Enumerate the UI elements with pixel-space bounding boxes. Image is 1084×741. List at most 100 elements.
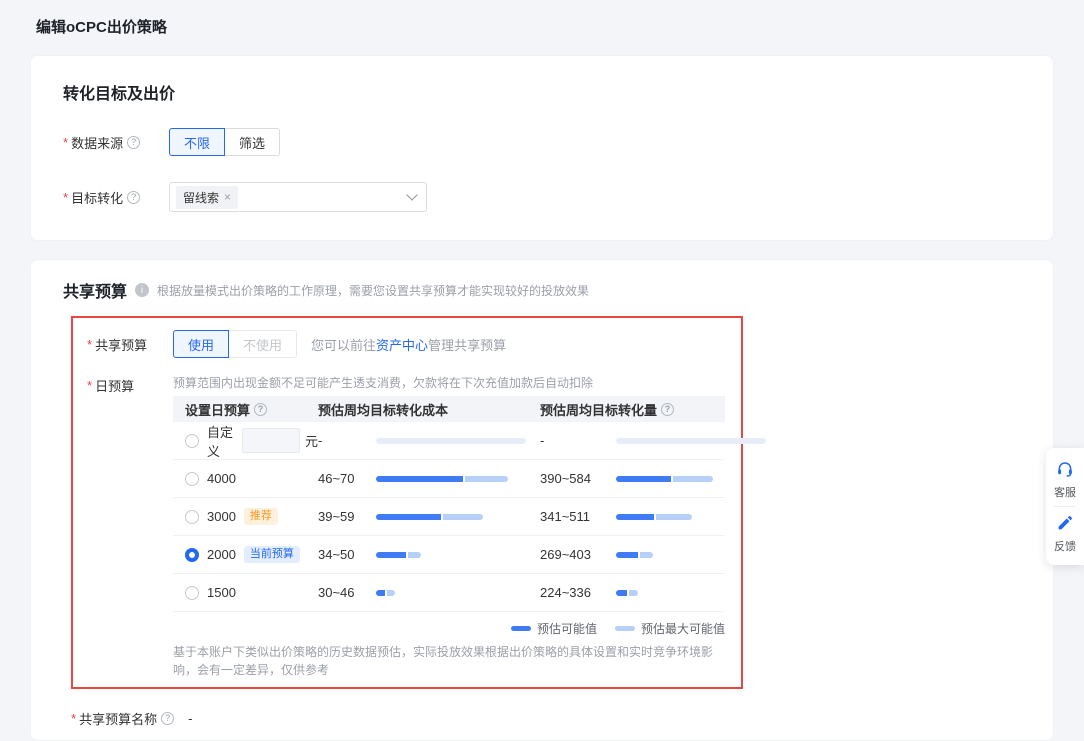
estimate-bar	[616, 514, 692, 520]
estimate-bar-light	[640, 552, 653, 558]
target-conversion-label-text: 目标转化	[71, 188, 123, 207]
estimate-bar-dark	[616, 590, 627, 596]
tag-close-icon[interactable]: ×	[224, 191, 231, 203]
data-source-option-filter[interactable]: 筛选	[224, 128, 280, 156]
volume-estimate-value: -	[540, 433, 616, 448]
target-conversion-select[interactable]: 留线索 ×	[169, 182, 427, 212]
estimate-bar	[376, 590, 395, 596]
budget-badge: 推荐	[244, 508, 278, 525]
header-estimated-volume: 预估周均目标转化量 ?	[540, 400, 725, 419]
volume-estimate-value: 390~584	[540, 471, 616, 486]
currency-unit-label: 元	[305, 431, 318, 450]
budget-radio[interactable]	[185, 510, 199, 524]
budget-amount-label: 自定义	[207, 422, 235, 460]
data-source-toggle: 不限 筛选	[169, 128, 280, 156]
legend-label: 预估可能值	[537, 620, 597, 637]
estimate-bar	[616, 438, 766, 444]
budget-card-header: 共享预算 i 根据放量模式出价策略的工作原理，需要您设置共享预算才能实现较好的投…	[63, 278, 1021, 302]
estimate-bar	[376, 476, 508, 482]
budget-table-rows: 自定义元--400046~70390~5843000推荐39~59341~511…	[173, 422, 725, 612]
estimate-bar-dark	[616, 476, 671, 482]
cost-estimate-cell: 46~70	[318, 471, 540, 486]
ocpc-edit-page: 编辑oCPC出价策略 转化目标及出价 * 数据来源 ? 不限 筛选 * 目标转化…	[0, 0, 1084, 741]
shared-budget-label-text: 共享预算	[95, 335, 147, 354]
cost-estimate-cell: -	[318, 433, 540, 448]
help-icon[interactable]: ?	[161, 712, 174, 725]
budget-radio[interactable]	[185, 472, 199, 486]
header-text: 预估周均目标转化量	[540, 400, 657, 419]
budget-table-row: 400046~70390~584	[173, 460, 725, 498]
target-conversion-label: * 目标转化 ?	[63, 188, 155, 207]
estimate-disclaimer: 基于本账户下类似出价策略的历史数据预估，实际投放效果根据出价策略的具体设置和实时…	[173, 643, 721, 679]
customer-service-button[interactable]: 客服	[1054, 453, 1076, 506]
legend-item-possible: 预估可能值	[511, 620, 597, 637]
hint-suffix: 管理共享预算	[428, 338, 506, 353]
cost-estimate-value: -	[318, 433, 376, 448]
daily-budget-row: * 日预算 预算范围内出现金额不足可能产生透支消费，欠款将在下次充值加款后自动扣…	[87, 374, 725, 679]
shared-budget-segmented: 使用 不使用	[173, 330, 297, 358]
volume-estimate-value: 269~403	[540, 547, 616, 562]
pen-icon	[1056, 514, 1074, 535]
shared-budget-hint: 您可以前往资产中心管理共享预算	[311, 335, 506, 354]
header-text: 设置日预算	[185, 400, 250, 419]
cost-estimate-value: 34~50	[318, 547, 376, 562]
budget-amount-label: 2000	[207, 547, 236, 562]
budget-radio[interactable]	[185, 434, 199, 448]
estimate-bar	[376, 514, 483, 520]
estimate-bar-dark	[376, 552, 406, 558]
estimate-bar-dark	[376, 514, 441, 520]
budget-amount-label: 3000	[207, 509, 236, 524]
budget-badge: 当前预算	[244, 546, 300, 563]
shared-budget-toggle: 使用 不使用 您可以前往资产中心管理共享预算	[173, 330, 506, 358]
daily-budget-hint: 预算范围内出现金额不足可能产生透支消费，欠款将在下次充值加款后自动扣除	[173, 374, 725, 391]
help-icon[interactable]: ?	[661, 403, 674, 416]
budget-card-subtitle: 根据放量模式出价策略的工作原理，需要您设置共享预算才能实现较好的投放效果	[157, 282, 589, 299]
cost-estimate-cell: 39~59	[318, 509, 540, 524]
budget-name-label: 共享预算名称	[79, 709, 157, 728]
asset-center-link[interactable]: 资产中心	[376, 338, 428, 353]
daily-budget-content: 预算范围内出现金额不足可能产生透支消费，欠款将在下次充值加款后自动扣除 设置日预…	[173, 374, 725, 679]
conversion-card: 转化目标及出价 * 数据来源 ? 不限 筛选 * 目标转化 ?	[30, 55, 1054, 241]
legend-label: 预估最大可能值	[641, 620, 725, 637]
data-source-segmented: 不限 筛选	[169, 128, 280, 156]
estimate-bar	[376, 552, 421, 558]
data-source-label-text: 数据来源	[71, 133, 123, 152]
estimate-bar	[616, 590, 638, 596]
estimate-bar-light	[376, 438, 526, 444]
chevron-down-icon	[406, 189, 417, 200]
info-icon[interactable]: i	[135, 283, 149, 297]
hint-prefix: 您可以前往	[311, 338, 376, 353]
budget-table-header: 设置日预算 ? 预估周均目标转化成本 预估周均目标转化量 ?	[173, 396, 725, 422]
volume-estimate-cell: -	[540, 433, 725, 448]
cost-estimate-cell: 30~46	[318, 585, 540, 600]
feedback-button[interactable]: 反馈	[1054, 507, 1076, 560]
help-icon[interactable]: ?	[254, 403, 267, 416]
legend-swatch-dark	[511, 626, 531, 631]
estimate-bar	[616, 476, 713, 482]
estimate-bar-dark	[376, 476, 463, 482]
budget-radio[interactable]	[185, 586, 199, 600]
legend-item-max-possible: 预估最大可能值	[615, 620, 725, 637]
customer-service-label: 客服	[1054, 484, 1076, 500]
estimate-bar-dark	[616, 514, 654, 520]
shared-budget-option-no-use[interactable]: 不使用	[228, 330, 297, 358]
shared-budget-option-use[interactable]: 使用	[173, 330, 229, 358]
data-source-row: * 数据来源 ? 不限 筛选	[63, 128, 1021, 156]
help-icon[interactable]: ?	[127, 191, 140, 204]
required-asterisk: *	[71, 711, 76, 726]
help-icon[interactable]: ?	[127, 136, 140, 149]
budget-option-cell: 自定义 元	[173, 422, 318, 460]
daily-budget-label: * 日预算	[87, 374, 159, 395]
data-source-option-unlimited[interactable]: 不限	[169, 128, 225, 156]
custom-budget-input[interactable]	[242, 428, 300, 453]
estimate-bar-light	[616, 438, 766, 444]
budget-name-row: * 共享预算名称 ? -	[71, 709, 1021, 728]
budget-card-title: 共享预算	[63, 278, 127, 302]
estimate-bar-light	[443, 514, 483, 520]
cost-estimate-value: 30~46	[318, 585, 376, 600]
budget-radio[interactable]	[185, 548, 199, 562]
header-set-daily-budget: 设置日预算 ?	[173, 400, 318, 419]
budget-option-cell: 4000	[173, 471, 318, 486]
volume-estimate-cell: 269~403	[540, 547, 725, 562]
budget-highlight-box: * 共享预算 使用 不使用 您可以前往资产中心管理共享预算 * 日预算	[71, 316, 743, 689]
